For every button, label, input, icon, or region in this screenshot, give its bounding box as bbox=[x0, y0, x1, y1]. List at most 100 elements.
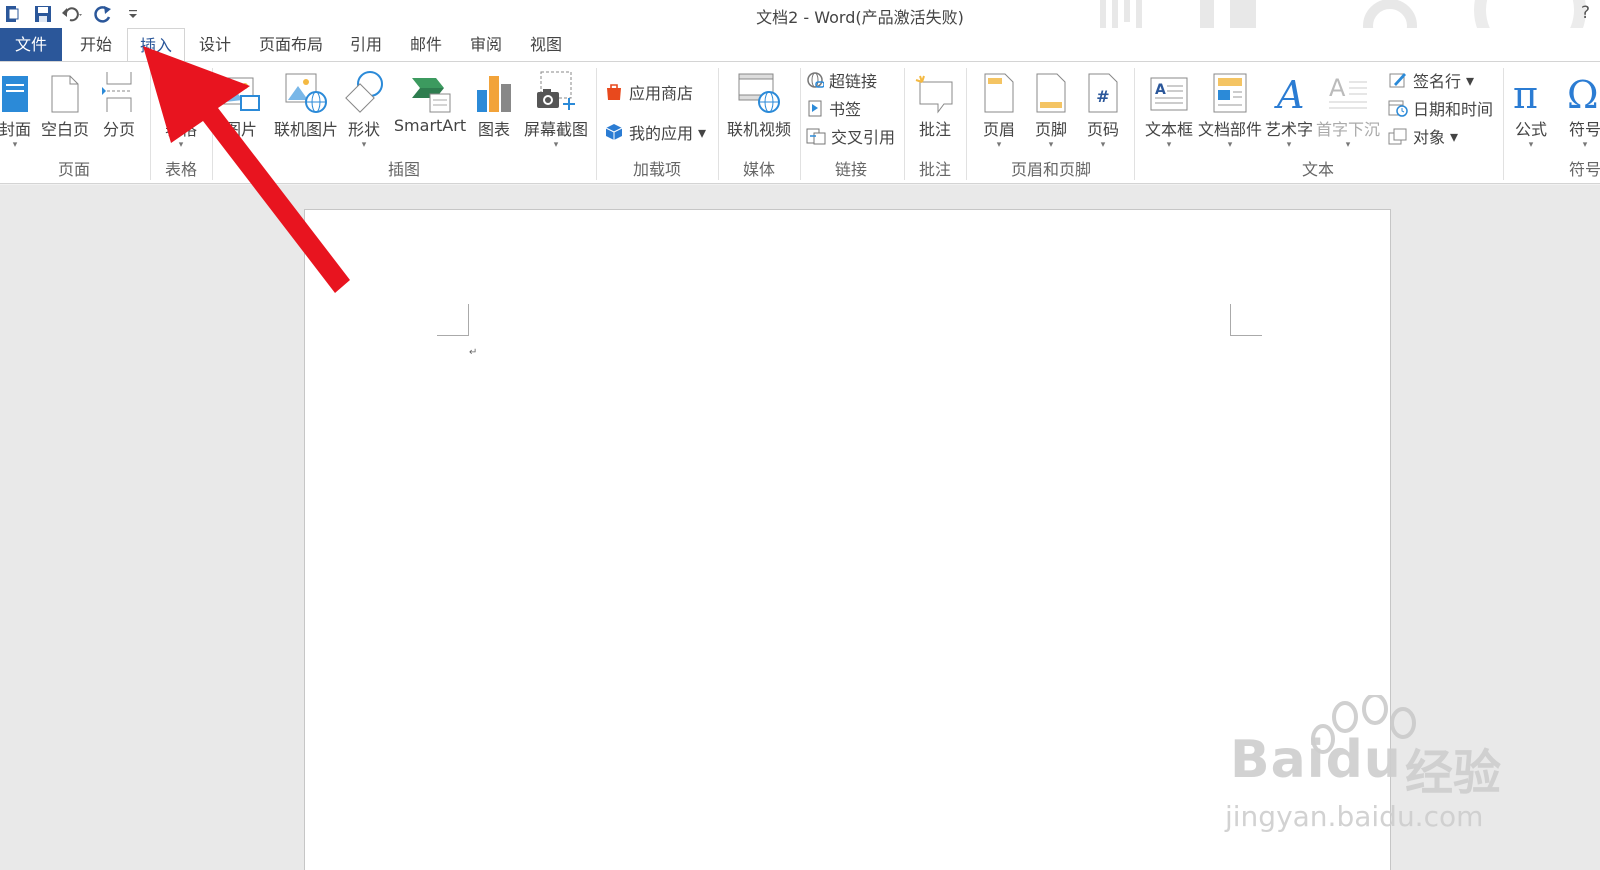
separator bbox=[596, 68, 597, 180]
tab-review[interactable]: 审阅 bbox=[460, 28, 512, 61]
symbol-button[interactable]: Ω 符号 ▾ bbox=[1562, 66, 1600, 150]
blank-page-icon bbox=[51, 75, 79, 113]
svg-text:π: π bbox=[1513, 73, 1538, 114]
table-icon bbox=[164, 79, 198, 113]
group-text-label: 文本 bbox=[1301, 160, 1334, 179]
watermark-url: jingyan.baidu.com bbox=[1225, 800, 1484, 833]
cover-page-icon bbox=[2, 76, 28, 112]
cross-reference-icon bbox=[806, 128, 826, 145]
object-button[interactable]: 对象 ▾ bbox=[1388, 124, 1458, 148]
wordart-button[interactable]: A 艺术字 ▾ bbox=[1262, 66, 1316, 150]
page-number-button[interactable]: # 页码 ▾ bbox=[1078, 66, 1128, 150]
group-links-label: 链接 bbox=[834, 160, 867, 179]
ribbon-insert: 封面 ▾ 空白页 分页 页面 表格 ▾ 表格 图片 联机图片 形状 ▾ SmartAr… bbox=[0, 61, 1600, 184]
my-apps-button[interactable]: 我的应用 ▾ bbox=[604, 120, 706, 144]
group-addins-label: 加载项 bbox=[632, 160, 681, 179]
svg-text:A: A bbox=[1155, 82, 1166, 98]
comment-button[interactable]: 批注 bbox=[910, 66, 960, 140]
smartart-button[interactable]: SmartArt bbox=[388, 66, 472, 135]
online-video-button[interactable]: 联机视频 bbox=[722, 66, 796, 140]
smartart-icon bbox=[412, 78, 451, 113]
equation-button[interactable]: π 公式 ▾ bbox=[1508, 66, 1554, 150]
separator bbox=[1134, 68, 1135, 180]
separator bbox=[1503, 68, 1504, 180]
separator bbox=[150, 68, 151, 180]
group-media-label: 媒体 bbox=[742, 160, 775, 179]
title-bar: 文档2 - Word(产品激活失败) ? bbox=[0, 0, 1600, 60]
cover-page-button[interactable]: 封面 ▾ bbox=[0, 66, 38, 150]
ribbon-tabs: 文件 开始 插入 设计 页面布局 引用 邮件 审阅 视图 bbox=[0, 28, 1600, 62]
blank-page-button[interactable]: 空白页 bbox=[38, 66, 92, 140]
crop-mark-top-left bbox=[437, 304, 469, 336]
equation-pi-icon: π bbox=[1513, 73, 1538, 114]
hyperlink-icon bbox=[807, 72, 824, 88]
separator bbox=[718, 68, 719, 180]
footer-icon bbox=[1036, 73, 1066, 113]
comment-icon bbox=[915, 75, 953, 114]
header-button[interactable]: 页眉 ▾ bbox=[974, 66, 1024, 150]
hyperlink-button[interactable]: 超链接 bbox=[806, 68, 877, 92]
page-break-button[interactable]: 分页 bbox=[96, 66, 142, 140]
tab-page-layout[interactable]: 页面布局 bbox=[250, 28, 332, 61]
chart-icon bbox=[477, 76, 511, 112]
online-picture-icon bbox=[285, 73, 327, 113]
separator bbox=[212, 68, 213, 180]
tab-view[interactable]: 视图 bbox=[520, 28, 572, 61]
footer-button[interactable]: 页脚 ▾ bbox=[1026, 66, 1076, 150]
svg-text:A: A bbox=[1274, 73, 1304, 114]
table-button[interactable]: 表格 ▾ bbox=[156, 66, 206, 150]
picture-button[interactable]: 图片 bbox=[216, 66, 266, 140]
shapes-icon bbox=[345, 71, 383, 113]
symbol-omega-icon: Ω bbox=[1567, 73, 1599, 114]
svg-text:A: A bbox=[1329, 74, 1346, 102]
tab-design[interactable]: 设计 bbox=[188, 28, 242, 61]
separator bbox=[966, 68, 967, 180]
group-pages-label: 页面 bbox=[57, 160, 90, 179]
drop-cap-icon: A bbox=[1329, 74, 1367, 109]
group-tables-label: 表格 bbox=[164, 160, 197, 179]
svg-text:#: # bbox=[1096, 87, 1109, 106]
wordart-icon: A bbox=[1274, 73, 1304, 114]
group-comments-label: 批注 bbox=[918, 160, 951, 179]
tab-home[interactable]: 开始 bbox=[68, 28, 124, 61]
group-header-footer-label: 页眉和页脚 bbox=[1010, 160, 1091, 179]
quick-parts-icon bbox=[1213, 73, 1247, 113]
cross-reference-button[interactable]: 交叉引用 bbox=[806, 124, 895, 148]
tab-mailings[interactable]: 邮件 bbox=[400, 28, 452, 61]
watermark-jingyan: 经验 bbox=[1405, 745, 1502, 801]
online-picture-button[interactable]: 联机图片 bbox=[268, 66, 344, 140]
bookmark-button[interactable]: 书签 bbox=[806, 96, 861, 120]
page-break-icon bbox=[102, 72, 132, 112]
online-video-icon bbox=[738, 73, 780, 113]
help-button[interactable]: ? bbox=[1581, 3, 1590, 23]
screenshot-button[interactable]: 屏幕截图 ▾ bbox=[518, 66, 594, 150]
signature-line-icon bbox=[1389, 73, 1406, 88]
text-box-button[interactable]: A 文本框 ▾ bbox=[1138, 66, 1200, 150]
store-button[interactable]: 应用商店 bbox=[604, 80, 693, 104]
svg-text:Ω: Ω bbox=[1567, 73, 1599, 114]
screenshot-icon bbox=[537, 71, 575, 110]
store-icon bbox=[607, 84, 621, 100]
date-time-button[interactable]: 日期和时间 bbox=[1388, 96, 1493, 120]
shapes-button[interactable]: 形状 ▾ bbox=[342, 66, 386, 150]
quick-parts-button[interactable]: 文档部件 ▾ bbox=[1196, 66, 1264, 150]
signature-line-button[interactable]: 签名行 ▾ bbox=[1388, 68, 1474, 92]
dropdown-arrow-icon: ▾ bbox=[1466, 70, 1475, 90]
object-icon bbox=[1388, 128, 1407, 145]
header-icon bbox=[984, 73, 1014, 113]
tab-references[interactable]: 引用 bbox=[340, 28, 392, 61]
my-apps-icon bbox=[605, 124, 623, 140]
tab-insert[interactable]: 插入 bbox=[127, 28, 185, 62]
date-time-icon bbox=[1388, 100, 1408, 117]
dropdown-arrow-icon: ▾ bbox=[1450, 126, 1459, 146]
bookmark-icon bbox=[808, 100, 822, 117]
separator bbox=[800, 68, 801, 180]
chart-button[interactable]: 图表 bbox=[470, 66, 518, 140]
paragraph-mark: ↵ bbox=[469, 347, 478, 358]
group-symbols-label: 符号 bbox=[1568, 160, 1600, 179]
dropdown-arrow-icon: ▾ bbox=[698, 122, 707, 142]
watermark-brand: Baidu bbox=[1230, 730, 1402, 790]
picture-icon bbox=[222, 77, 260, 111]
tab-file[interactable]: 文件 bbox=[0, 28, 62, 61]
group-illustrations-label: 插图 bbox=[387, 160, 420, 179]
